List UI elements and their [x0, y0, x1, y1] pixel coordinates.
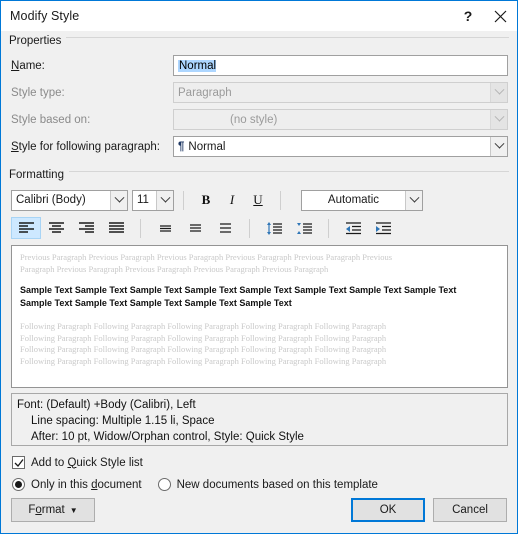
cancel-button[interactable]: Cancel	[433, 498, 507, 522]
chevron-down-icon[interactable]	[490, 137, 507, 156]
font-family-dropdown[interactable]: Calibri (Body)	[11, 189, 128, 211]
add-to-quick-style-row[interactable]: Add to Quick Style list	[12, 453, 517, 472]
increase-paragraph-spacing-button[interactable]	[259, 217, 289, 239]
preview-sample-block: Sample Text Sample Text Sample Text Samp…	[20, 284, 499, 310]
dialog-title: Modify Style	[10, 9, 80, 23]
font-size-dropdown[interactable]: 11	[132, 189, 174, 211]
chevron-down-icon	[490, 83, 507, 102]
style-following-row: Style for following paragraph: ¶ Normal	[5, 134, 517, 159]
preview-following-line-4: Following Paragraph Following Paragraph …	[20, 355, 387, 366]
font-toolbar: Calibri (Body) 11 B I U Automatic	[5, 188, 517, 212]
description-line-1: Font: (Default) +Body (Calibri), Left	[17, 399, 196, 411]
align-center-button[interactable]	[41, 217, 71, 239]
chevron-down-icon[interactable]	[156, 190, 173, 210]
style-based-on-value: (no style)	[230, 113, 278, 126]
bold-button[interactable]: B	[193, 189, 219, 211]
name-row: NName:ame: Normal	[5, 53, 517, 78]
style-based-on-label: Style based on:	[11, 113, 91, 126]
preview-following-line-3: Following Paragraph Following Paragraph …	[20, 344, 387, 354]
decrease-indent-button[interactable]	[338, 217, 368, 239]
font-size-value: 11	[137, 194, 149, 206]
add-to-quick-style-label: Add to Quick Style list	[31, 456, 143, 469]
properties-group-label: Properties	[9, 35, 67, 48]
style-following-dropdown[interactable]: ¶ Normal	[173, 136, 508, 157]
title-bar-buttons: ?	[453, 1, 517, 31]
italic-button[interactable]: I	[219, 189, 245, 211]
preview-sample-line-1: Sample Text Sample Text Sample Text Samp…	[20, 285, 457, 295]
line-spacing-1-5-button[interactable]	[180, 217, 210, 239]
chevron-down-icon	[490, 110, 507, 129]
chevron-down-icon[interactable]	[110, 190, 127, 210]
preview-sample-line-2: Sample Text Sample Text Sample Text Samp…	[20, 298, 292, 308]
justify-button[interactable]	[101, 217, 131, 239]
decrease-paragraph-spacing-button[interactable]	[289, 217, 319, 239]
modify-style-dialog: Modify Style ? Properties NName:ame: Nor…	[0, 0, 518, 534]
properties-group: Properties	[9, 31, 509, 49]
style-description: Font: (Default) +Body (Calibri), Left Li…	[11, 393, 508, 446]
preview-previous-line-2: Paragraph Previous Paragraph Previous Pa…	[20, 263, 329, 274]
formatting-group: Formatting	[9, 165, 509, 183]
description-line-2: Line spacing: Multiple 1.15 li, Space	[31, 415, 215, 427]
preview-previous-line-1: Previous Paragraph Previous Paragraph Pr…	[20, 252, 393, 262]
font-color-dropdown[interactable]: Automatic	[301, 189, 423, 211]
style-following-label: Style for following paragraph:	[11, 140, 160, 153]
pilcrow-icon: ¶	[178, 140, 185, 153]
toolbar-divider	[183, 190, 184, 210]
chevron-down-icon[interactable]	[405, 190, 422, 210]
line-spacing-double-button[interactable]	[210, 217, 240, 239]
name-label: NName:ame:	[11, 59, 45, 72]
dialog-footer: Format ▼ OK Cancel	[1, 487, 517, 533]
toolbar-divider	[249, 218, 250, 238]
preview-following-line-2: Following Paragraph Following Paragraph …	[20, 332, 387, 343]
preview-following-line-1: Following Paragraph Following Paragraph …	[20, 321, 387, 331]
format-button[interactable]: Format ▼	[11, 498, 95, 522]
formatting-group-label: Formatting	[9, 169, 69, 182]
toolbar-divider	[140, 218, 141, 238]
description-line-3: After: 10 pt, Widow/Orphan control, Styl…	[31, 431, 304, 443]
style-type-label: Style type:	[11, 86, 65, 99]
ok-button[interactable]: OK	[351, 498, 425, 522]
close-icon[interactable]	[483, 1, 517, 31]
style-preview: Previous Paragraph Previous Paragraph Pr…	[11, 245, 508, 388]
title-bar: Modify Style ?	[1, 1, 517, 31]
format-button-label: Format	[28, 504, 65, 516]
style-based-on-dropdown: (no style)	[173, 109, 508, 130]
help-icon[interactable]: ?	[453, 1, 483, 31]
caret-down-icon: ▼	[69, 505, 78, 515]
style-based-on-row: Style based on: (no style)	[5, 107, 517, 132]
checkbox-checked-icon[interactable]	[12, 456, 25, 469]
toolbar-divider	[328, 218, 329, 238]
increase-indent-button[interactable]	[368, 217, 398, 239]
style-type-row: Style type: Paragraph	[5, 80, 517, 105]
underline-button[interactable]: U	[245, 189, 271, 211]
line-spacing-single-button[interactable]	[150, 217, 180, 239]
align-left-button[interactable]	[11, 217, 41, 239]
name-input-value: Normal	[178, 59, 217, 72]
align-right-button[interactable]	[71, 217, 101, 239]
font-family-value: Calibri (Body)	[16, 194, 86, 206]
toolbar-divider	[280, 190, 281, 210]
formatting-rows: Calibri (Body) 11 B I U Automatic	[1, 183, 517, 240]
paragraph-toolbar	[5, 216, 517, 240]
properties-rows: NName:ame: Normal Style type: Paragraph …	[1, 49, 517, 161]
style-following-value: Normal	[188, 140, 226, 153]
style-type-value: Paragraph	[178, 86, 232, 99]
name-input[interactable]: Normal	[173, 55, 508, 76]
formatting-group-line	[9, 171, 509, 172]
properties-group-line	[9, 37, 509, 38]
font-color-value: Automatic	[327, 194, 380, 206]
style-type-dropdown: Paragraph	[173, 82, 508, 103]
